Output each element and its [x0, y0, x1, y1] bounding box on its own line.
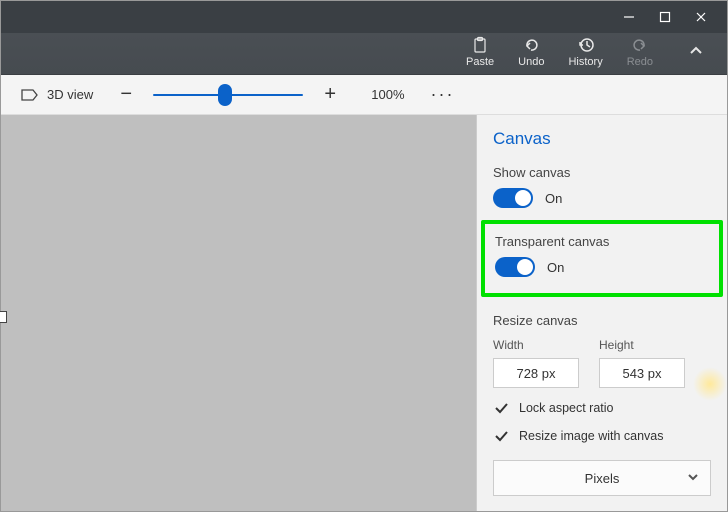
resize-canvas-label: Resize canvas	[493, 313, 711, 328]
window-titlebar	[1, 1, 727, 33]
show-canvas-state: On	[545, 191, 562, 206]
undo-button[interactable]: Undo	[518, 36, 544, 68]
width-label: Width	[493, 338, 579, 352]
3d-view-label: 3D view	[47, 87, 93, 102]
paste-label: Paste	[466, 56, 494, 68]
minimize-button[interactable]	[621, 9, 637, 25]
height-input[interactable]: 543 px	[599, 358, 685, 388]
zoom-slider[interactable]	[153, 85, 303, 105]
zoom-in-button[interactable]: +	[317, 82, 343, 108]
zoom-percent[interactable]: 100%	[357, 87, 418, 102]
transparent-canvas-callout: Transparent canvas On	[481, 220, 723, 297]
command-bar: Paste Undo History Redo	[1, 33, 727, 75]
paste-button[interactable]: Paste	[466, 36, 494, 68]
units-value: Pixels	[585, 471, 620, 486]
undo-icon	[522, 36, 540, 54]
history-button[interactable]: History	[568, 36, 602, 68]
panel-title: Canvas	[493, 129, 711, 149]
canvas-handle[interactable]	[0, 311, 7, 323]
transparent-canvas-state: On	[547, 260, 564, 275]
show-canvas-toggle[interactable]	[493, 188, 533, 208]
height-label: Height	[599, 338, 685, 352]
close-button[interactable]	[693, 9, 709, 25]
canvas-panel: Canvas Show canvas On Transparent canvas…	[477, 115, 727, 511]
rotate-flip-label: Rotate and flip	[493, 510, 711, 511]
units-dropdown[interactable]: Pixels	[493, 460, 711, 496]
width-input[interactable]: 728 px	[493, 358, 579, 388]
cube-icon	[19, 87, 39, 103]
history-label: History	[568, 56, 602, 68]
transparent-canvas-label: Transparent canvas	[495, 234, 709, 249]
collapse-ribbon-button[interactable]	[687, 42, 705, 60]
redo-icon	[631, 36, 649, 54]
redo-button: Redo	[627, 36, 653, 68]
transparent-canvas-toggle[interactable]	[495, 257, 535, 277]
show-canvas-label: Show canvas	[493, 165, 711, 180]
3d-view-button[interactable]: 3D view	[13, 83, 99, 107]
resize-image-label: Resize image with canvas	[519, 429, 664, 443]
view-toolbar: 3D view − + 100% ···	[1, 75, 727, 115]
zoom-out-button[interactable]: −	[113, 82, 139, 108]
lock-aspect-label: Lock aspect ratio	[519, 401, 614, 415]
undo-label: Undo	[518, 56, 544, 68]
checkmark-icon	[493, 400, 509, 416]
resize-image-checkbox[interactable]: Resize image with canvas	[493, 428, 711, 444]
more-options-button[interactable]: ···	[433, 80, 463, 110]
canvas-viewport[interactable]	[1, 115, 477, 511]
redo-label: Redo	[627, 56, 653, 68]
toggle-knob	[515, 190, 531, 206]
history-icon	[577, 36, 595, 54]
chevron-down-icon	[686, 470, 700, 487]
lock-aspect-checkbox[interactable]: Lock aspect ratio	[493, 400, 711, 416]
maximize-button[interactable]	[657, 9, 673, 25]
toggle-knob	[517, 259, 533, 275]
clipboard-icon	[471, 36, 489, 54]
slider-thumb[interactable]	[218, 84, 232, 106]
checkmark-icon	[493, 428, 509, 444]
